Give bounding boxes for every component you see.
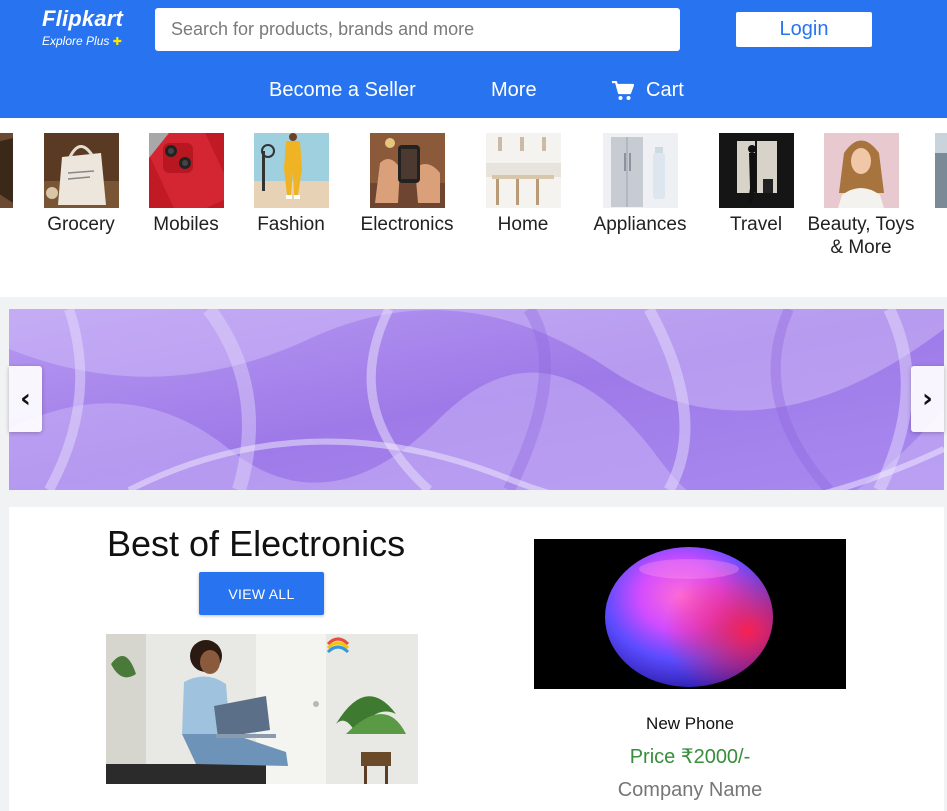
banner-next-button[interactable]: ›: [911, 366, 944, 432]
flipkart-logo[interactable]: Flipkart Explore Plus ✚: [42, 6, 123, 48]
cart-link[interactable]: Cart: [612, 79, 684, 102]
category-label-mobiles: Mobiles: [153, 214, 219, 235]
category-item-grocery[interactable]: Grocery: [26, 133, 136, 236]
more-menu[interactable]: More: [491, 79, 537, 102]
product-company: Company Name: [617, 779, 763, 801]
tulle-fabric-image: [9, 309, 944, 490]
cart-icon: [612, 80, 634, 100]
category-item[interactable]: W: [917, 133, 947, 236]
appliances-image: [602, 133, 678, 208]
product-card[interactable]: New Phone Price ₹2000/- Company Name: [534, 539, 846, 802]
category-label: W: [917, 213, 947, 236]
hero-banner[interactable]: [9, 309, 944, 490]
category-label-grocery: Grocery: [47, 214, 115, 235]
category-label-home: Home: [497, 214, 549, 235]
category-item-beauty[interactable]: Beauty, Toys & More: [806, 133, 916, 259]
logo-tagline-text: Explore Plus: [42, 34, 110, 48]
category-image: [0, 133, 13, 208]
banner-prev-button[interactable]: ‹: [9, 366, 42, 432]
category-label-electronics: Electronics: [360, 214, 454, 235]
grocery-bag-image: [43, 133, 119, 208]
home-image: [485, 133, 561, 208]
promo-laptop-image[interactable]: [106, 634, 418, 784]
login-button[interactable]: Login: [736, 12, 872, 47]
beauty-image: [823, 133, 899, 208]
category-label-fashion: Fashion: [257, 214, 325, 235]
category-item-home[interactable]: Home: [468, 133, 578, 236]
top-header: Flipkart Explore Plus ✚ Login Become a S…: [0, 0, 947, 118]
category-item-electronics[interactable]: Electronics: [352, 133, 462, 236]
search-input[interactable]: [171, 19, 680, 40]
travel-image: [718, 133, 794, 208]
view-all-button[interactable]: VIEW ALL: [199, 572, 324, 615]
category-label-travel: Travel: [729, 214, 783, 235]
product-name: New Phone: [646, 714, 734, 733]
electronics-image: [369, 133, 445, 208]
become-seller-link[interactable]: Become a Seller: [269, 79, 416, 102]
best-of-electronics-section: Best of Electronics VIEW ALL New Phone P…: [9, 507, 944, 811]
section-title: Best of Electronics: [107, 523, 406, 564]
category-item-travel[interactable]: Travel: [701, 133, 811, 236]
mobiles-image: [148, 133, 224, 208]
plus-icon: ✚: [112, 36, 122, 48]
category-label-appliances: Appliances: [593, 214, 687, 235]
logo-name: Flipkart: [42, 6, 124, 31]
category-item-mobiles[interactable]: Mobiles: [131, 133, 241, 236]
category-label-beauty: Beauty, Toys & More: [807, 214, 915, 258]
category-image: [934, 133, 947, 208]
category-item-appliances[interactable]: Appliances: [585, 133, 695, 236]
product-price: Price ₹2000/-: [629, 746, 751, 768]
fashion-image: [253, 133, 329, 208]
category-strip: s Grocery Mobiles Fashion: [0, 118, 947, 297]
smart-speaker-image: [534, 539, 846, 689]
search-bar: [155, 8, 680, 51]
category-item-fashion[interactable]: Fashion: [236, 133, 346, 236]
logo-tagline: Explore Plus ✚: [42, 34, 123, 48]
cart-label: Cart: [646, 79, 684, 101]
